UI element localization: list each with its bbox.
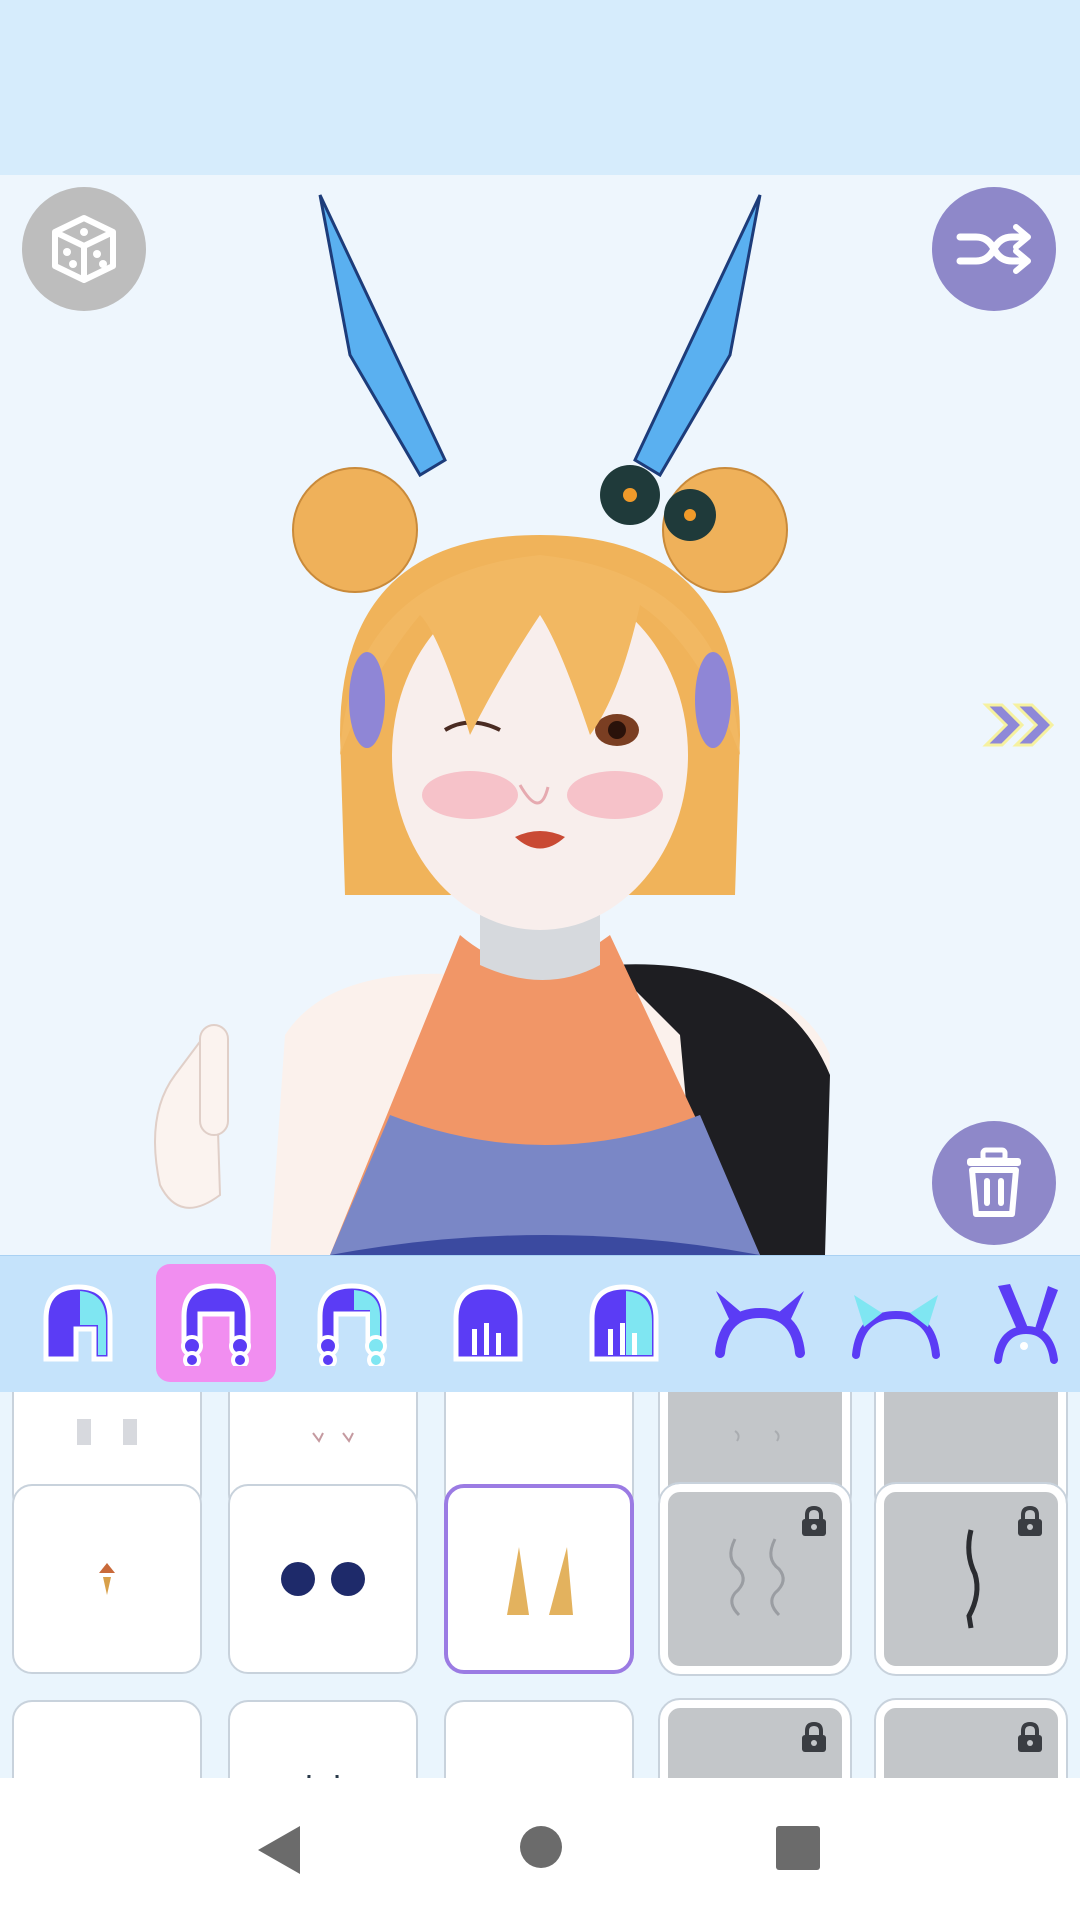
item-thumbnail — [931, 1755, 1011, 1778]
category-bunny-ears[interactable] — [972, 1264, 1080, 1382]
hair-bangs-icon — [453, 1284, 523, 1362]
item-thumbnail — [499, 1755, 579, 1778]
category-hair-half[interactable] — [564, 1264, 684, 1382]
avatar-canvas — [0, 175, 1080, 1255]
item-tile[interactable] — [12, 1700, 202, 1778]
category-hair-twin-tails[interactable] — [292, 1264, 412, 1382]
item-tile-locked[interactable] — [658, 1482, 852, 1676]
shuffle-button[interactable] — [932, 187, 1056, 311]
item-tile-locked[interactable] — [658, 1698, 852, 1778]
golden-horns-thumbnail — [507, 1547, 573, 1615]
lock-icon — [1018, 1506, 1042, 1536]
random-button[interactable] — [22, 187, 146, 311]
double-chevron-right-icon — [982, 703, 1055, 747]
hair-half-icon — [589, 1284, 659, 1362]
item-thumbnail — [312, 1432, 354, 1443]
lock-icon — [1018, 1722, 1042, 1752]
item-thumbnail — [77, 1419, 137, 1445]
hair-buns-thumbnail — [281, 1562, 365, 1596]
item-tile[interactable] — [12, 1484, 202, 1674]
lock-icon — [802, 1506, 826, 1536]
recents-square-icon[interactable] — [776, 1826, 820, 1870]
horns-headband-icon — [715, 1291, 805, 1358]
trash-icon — [967, 1147, 1021, 1217]
top-bar — [0, 0, 1080, 175]
item-tile[interactable] — [228, 1700, 418, 1778]
item-thumbnail — [77, 1755, 137, 1778]
delete-button[interactable] — [932, 1121, 1056, 1245]
category-bar — [0, 1255, 1080, 1394]
item-thumbnail — [715, 1755, 795, 1778]
item-tile[interactable] — [444, 1700, 634, 1778]
item-tile-locked[interactable] — [874, 1698, 1068, 1778]
system-navigation-bar — [0, 1778, 1080, 1920]
item-grid — [0, 1392, 1080, 1778]
category-hair-bangs[interactable] — [428, 1264, 548, 1382]
back-triangle-icon[interactable] — [254, 1822, 304, 1878]
category-horns-headband[interactable] — [700, 1264, 820, 1382]
hair-braids-icon — [181, 1283, 251, 1366]
headband-icon — [852, 1295, 940, 1359]
lock-icon — [802, 1722, 826, 1752]
silver-curls-thumbnail — [729, 1538, 785, 1617]
category-headband[interactable] — [836, 1264, 956, 1382]
item-thumbnail — [734, 1430, 780, 1442]
bunny-ears-icon — [994, 1284, 1058, 1364]
next-page-button[interactable] — [980, 695, 1062, 755]
category-hair-side[interactable] — [18, 1264, 138, 1382]
item-thumbnail — [307, 1774, 339, 1778]
category-hair-braids[interactable] — [156, 1264, 276, 1382]
dice-icon — [52, 215, 116, 283]
item-tile-selected[interactable] — [444, 1484, 634, 1674]
shuffle-icon — [956, 224, 1031, 274]
hair-side-icon — [43, 1284, 113, 1362]
hair-twin-tails-icon — [317, 1283, 387, 1366]
item-tile[interactable] — [228, 1484, 418, 1674]
home-circle-icon[interactable] — [518, 1824, 564, 1870]
avatar-character — [154, 194, 830, 1255]
flower-ornament-thumbnail — [99, 1563, 115, 1595]
item-tile-locked[interactable] — [874, 1482, 1068, 1676]
dark-braid-thumbnail — [966, 1529, 980, 1629]
